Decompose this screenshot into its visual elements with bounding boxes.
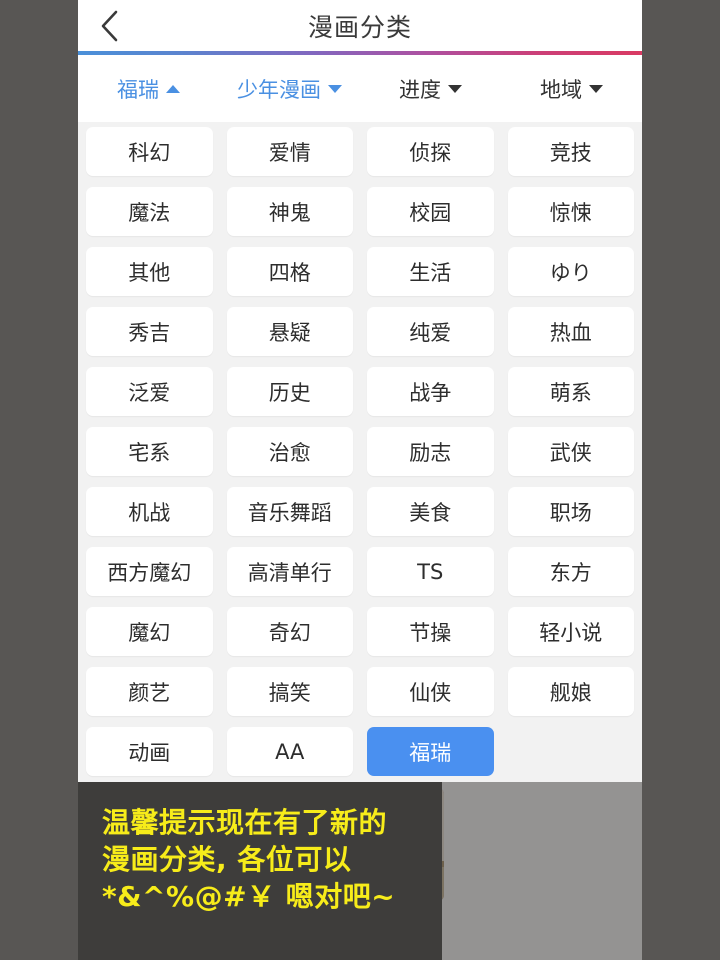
filter-shonen-label: 少年漫画 xyxy=(237,74,321,104)
category-chip[interactable]: 四格 xyxy=(227,247,354,296)
chevron-left-icon xyxy=(99,9,121,43)
category-chip[interactable]: 爱情 xyxy=(227,127,354,176)
category-chip[interactable]: 武侠 xyxy=(508,427,635,476)
category-chip[interactable]: 励志 xyxy=(367,427,494,476)
filter-region-label: 地域 xyxy=(540,74,582,104)
category-chip[interactable]: 历史 xyxy=(227,367,354,416)
toast-line-2: 漫画分类, 各位可以 xyxy=(102,841,442,878)
category-chip[interactable]: 魔法 xyxy=(86,187,213,236)
category-chip[interactable]: 竞技 xyxy=(508,127,635,176)
category-chip[interactable]: 秀吉 xyxy=(86,307,213,356)
category-chip[interactable]: 纯爱 xyxy=(367,307,494,356)
category-grid-panel: 科幻爱情侦探竞技魔法神鬼校园惊悚其他四格生活ゆり秀吉悬疑纯爱热血泛爱历史战争萌系… xyxy=(78,122,642,782)
chevron-down-icon xyxy=(328,85,342,93)
toast-line-3: *&^%@#￥ 嗯对吧~ xyxy=(102,878,442,915)
chevron-up-icon xyxy=(166,85,180,93)
category-chip[interactable]: 颜艺 xyxy=(86,667,213,716)
toast-line-1: 温馨提示现在有了新的 xyxy=(102,804,442,841)
category-chip[interactable]: 惊悚 xyxy=(508,187,635,236)
category-chip[interactable]: 舰娘 xyxy=(508,667,635,716)
category-chip[interactable]: 东方 xyxy=(508,547,635,596)
category-chip[interactable]: 热血 xyxy=(508,307,635,356)
category-chip[interactable]: 西方魔幻 xyxy=(86,547,213,596)
category-chip[interactable]: 节操 xyxy=(367,607,494,656)
chevron-down-icon xyxy=(448,85,462,93)
category-chip[interactable]: 侦探 xyxy=(367,127,494,176)
category-chip[interactable]: 轻小说 xyxy=(508,607,635,656)
filter-region[interactable]: 地域 xyxy=(501,55,642,122)
category-chip[interactable]: 机战 xyxy=(86,487,213,536)
category-chip[interactable]: 仙侠 xyxy=(367,667,494,716)
filter-progress-label: 进度 xyxy=(399,74,441,104)
category-chip[interactable]: 职场 xyxy=(508,487,635,536)
filter-furry[interactable]: 福瑞 xyxy=(78,55,219,122)
filter-progress[interactable]: 进度 xyxy=(360,55,501,122)
category-chip[interactable]: 宅系 xyxy=(86,427,213,476)
category-chip[interactable]: 神鬼 xyxy=(227,187,354,236)
back-button[interactable] xyxy=(78,0,142,52)
category-chip[interactable]: TS xyxy=(367,547,494,596)
category-chip-selected[interactable]: 福瑞 xyxy=(367,727,494,776)
category-chip[interactable]: ゆり xyxy=(508,247,635,296)
chevron-down-icon xyxy=(589,85,603,93)
category-chip[interactable]: 高清单行 xyxy=(227,547,354,596)
category-chip[interactable]: 治愈 xyxy=(227,427,354,476)
category-chip[interactable]: 萌系 xyxy=(508,367,635,416)
category-chip[interactable]: 科幻 xyxy=(86,127,213,176)
toast-message: 温馨提示现在有了新的 漫画分类, 各位可以 *&^%@#￥ 嗯对吧~ xyxy=(78,782,442,960)
category-chip[interactable]: 美食 xyxy=(367,487,494,536)
category-chip[interactable]: 其他 xyxy=(86,247,213,296)
category-chip[interactable]: 战争 xyxy=(367,367,494,416)
category-grid: 科幻爱情侦探竞技魔法神鬼校园惊悚其他四格生活ゆり秀吉悬疑纯爱热血泛爱历史战争萌系… xyxy=(86,127,634,776)
filter-shonen[interactable]: 少年漫画 xyxy=(219,55,360,122)
category-chip[interactable]: AA xyxy=(227,727,354,776)
screen: 1 Rick Griffin 家宠 作者:Rick Griffin xyxy=(0,0,720,960)
category-chip[interactable]: 动画 xyxy=(86,727,213,776)
category-chip[interactable]: 魔幻 xyxy=(86,607,213,656)
category-chip[interactable]: 搞笑 xyxy=(227,667,354,716)
category-chip[interactable]: 校园 xyxy=(367,187,494,236)
category-chip[interactable]: 奇幻 xyxy=(227,607,354,656)
category-chip[interactable]: 泛爱 xyxy=(86,367,213,416)
category-chip[interactable]: 悬疑 xyxy=(227,307,354,356)
header-bar: 漫画分类 xyxy=(78,0,642,52)
filter-bar: 福瑞 少年漫画 进度 地域 xyxy=(78,55,642,122)
filter-furry-label: 福瑞 xyxy=(117,74,159,104)
category-chip[interactable]: 音乐舞蹈 xyxy=(227,487,354,536)
page-title: 漫画分类 xyxy=(78,0,642,52)
category-chip[interactable]: 生活 xyxy=(367,247,494,296)
